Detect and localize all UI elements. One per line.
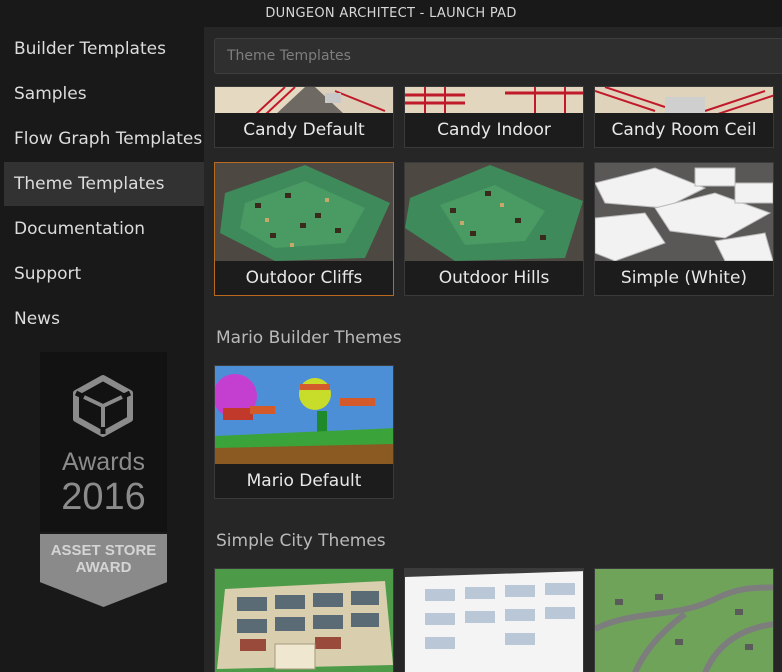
template-thumbnail [215, 163, 393, 263]
template-card-city-2[interactable] [404, 568, 584, 672]
sidebar-item-news[interactable]: News [4, 297, 204, 341]
template-thumbnail [405, 569, 583, 672]
template-thumbnail [405, 87, 583, 115]
award-badge-line2: AWARD [75, 559, 132, 576]
template-card-candy-default[interactable]: Candy Default [214, 86, 394, 148]
award-year: 2016 [61, 476, 146, 518]
window-title: DUNGEON ARCHITECT - LAUNCH PAD [0, 0, 782, 27]
template-card-simple-white[interactable]: Simple (White) [594, 162, 774, 296]
sidebar-item-theme-templates[interactable]: Theme Templates [4, 162, 204, 206]
sidebar-item-support[interactable]: Support [4, 252, 204, 296]
award-panel: Awards 2016 [40, 352, 167, 532]
sidebar: Builder Templates Samples Flow Graph Tem… [0, 27, 204, 672]
section-title-mario-builder-themes: Mario Builder Themes [216, 328, 402, 348]
template-card-label: Outdoor Cliffs [215, 261, 393, 295]
award-badge-line1: ASSET STORE [50, 542, 157, 559]
template-card-mario-default[interactable]: Mario Default [214, 365, 394, 499]
sidebar-item-flow-graph-templates[interactable]: Flow Graph Templates [4, 117, 204, 161]
section-title-simple-city-themes: Simple City Themes [216, 531, 386, 551]
template-card-label: Mario Default [215, 464, 393, 498]
asset-store-award-banner[interactable]: Awards 2016 ASSET STORE AWARD [40, 352, 167, 607]
template-card-candy-indoor[interactable]: Candy Indoor [404, 86, 584, 148]
award-badge: ASSET STORE AWARD [40, 534, 167, 607]
template-card-label: Outdoor Hills [405, 261, 583, 295]
template-thumbnail [595, 163, 773, 263]
template-card-candy-room-ceil[interactable]: Candy Room Ceil [594, 86, 774, 148]
template-card-outdoor-cliffs[interactable]: Outdoor Cliffs [214, 162, 394, 296]
template-thumbnail [215, 569, 393, 672]
template-thumbnail [405, 163, 583, 263]
sidebar-item-samples[interactable]: Samples [4, 72, 204, 116]
template-card-label: Candy Default [215, 113, 393, 147]
award-title: Awards [62, 448, 145, 476]
template-thumbnail [595, 87, 773, 115]
sidebar-item-builder-templates[interactable]: Builder Templates [4, 27, 204, 71]
template-card-label: Simple (White) [595, 261, 773, 295]
theme-template-browser: Theme Templates Candy Default Candy Indo… [204, 27, 782, 672]
template-thumbnail [595, 569, 773, 672]
unity-logo-icon [73, 375, 133, 437]
template-card-city-1[interactable] [214, 568, 394, 672]
template-card-city-3[interactable] [594, 568, 774, 672]
template-card-label: Candy Room Ceil [595, 113, 773, 147]
template-card-label: Candy Indoor [405, 113, 583, 147]
sidebar-item-documentation[interactable]: Documentation [4, 207, 204, 251]
template-card-outdoor-hills[interactable]: Outdoor Hills [404, 162, 584, 296]
search-input[interactable]: Theme Templates [214, 38, 782, 74]
template-thumbnail [215, 366, 393, 466]
template-thumbnail [215, 87, 393, 115]
